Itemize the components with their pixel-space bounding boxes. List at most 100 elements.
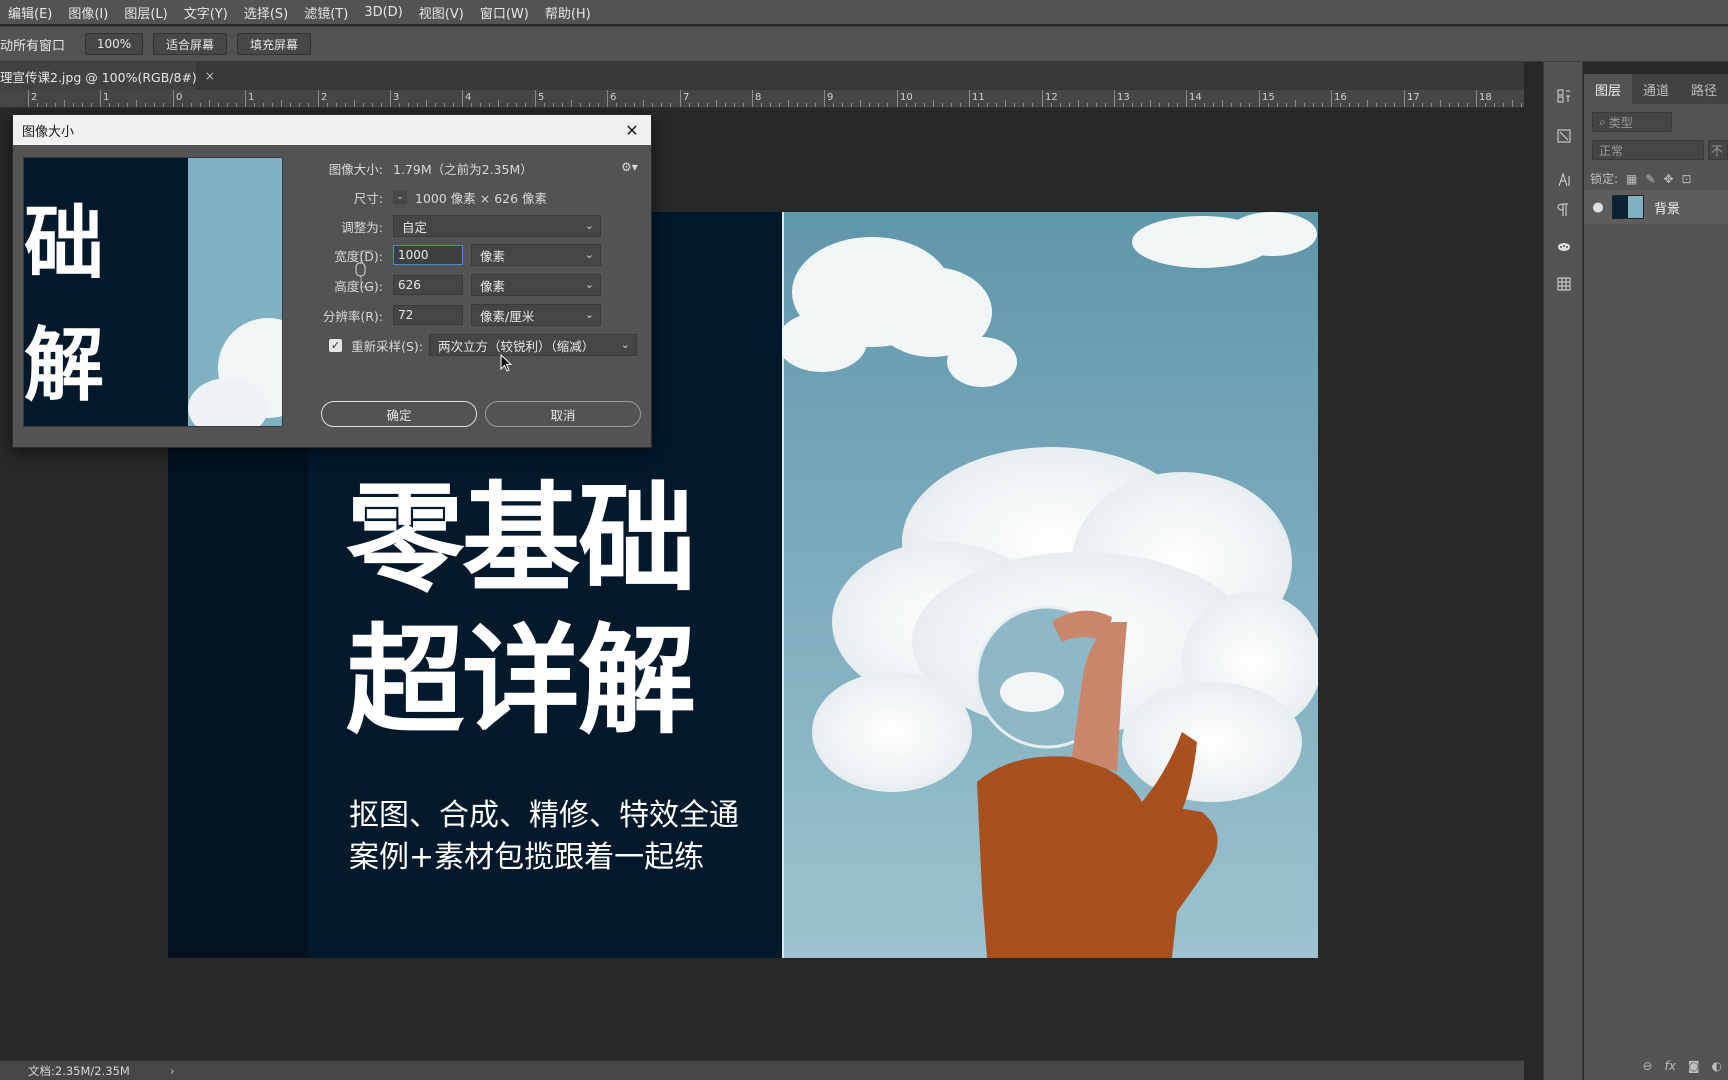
options-bar: 动所有窗口 100% 适合屏幕 填充屏幕	[0, 26, 1728, 62]
ruler-minor-tick	[571, 100, 572, 107]
adjustment-layer-icon[interactable]: ◐	[1712, 1059, 1722, 1073]
menu-type[interactable]: 文字(Y)	[176, 3, 236, 22]
lock-artboard-icon[interactable]: ⊡	[1682, 172, 1692, 186]
dialog-titlebar[interactable]: 图像大小 ✕	[13, 115, 651, 145]
dimensions-unit-chevron-icon[interactable]: ⌄	[393, 190, 407, 204]
height-row: 高度(G): 626 像素 ⌄	[313, 274, 601, 296]
menu-select[interactable]: 选择(S)	[236, 3, 296, 22]
tab-paths[interactable]: 路径	[1680, 74, 1728, 104]
ruler-label: 18	[1479, 92, 1492, 103]
dialog-preview[interactable]: 础 解	[23, 157, 283, 427]
lock-paint-icon[interactable]: ✎	[1645, 172, 1655, 186]
chevron-down-icon: ⌄	[584, 248, 594, 261]
ruler-minor-tick	[933, 100, 934, 107]
menu-layer[interactable]: 图层(L)	[116, 3, 175, 22]
menu-filter[interactable]: 滤镜(T)	[296, 3, 356, 22]
resolution-unit-select[interactable]: 像素/厘米 ⌄	[471, 304, 601, 326]
visibility-eye-icon[interactable]: ●	[1584, 200, 1612, 215]
height-unit-select[interactable]: 像素 ⌄	[471, 274, 601, 296]
layer-row-background[interactable]: ● 背景	[1584, 190, 1728, 224]
character-icon[interactable]	[1552, 168, 1576, 192]
poster-subtitle-line1: 抠图、合成、精修、特效全通	[349, 798, 739, 833]
panel-footer: ⊖ fx ◙ ◐	[1584, 1052, 1728, 1080]
dimensions-label: 尺寸:	[353, 190, 383, 206]
image-size-label: 图像大小:	[328, 161, 383, 177]
dialog-close-icon[interactable]: ✕	[621, 119, 643, 141]
menu-3d[interactable]: 3D(D)	[356, 5, 410, 20]
ruler-tick	[462, 90, 463, 107]
fx-icon[interactable]: fx	[1665, 1059, 1676, 1073]
preview-sky	[188, 158, 282, 426]
width-input[interactable]: 1000	[393, 245, 463, 265]
menu-help[interactable]: 帮助(H)	[537, 3, 599, 22]
ruler-minor-tick	[498, 100, 499, 107]
ruler-label: 10	[900, 92, 913, 103]
tab-layers[interactable]: 图层	[1584, 74, 1632, 104]
fit-to-value: 自定	[402, 219, 428, 235]
ruler-tick	[28, 90, 29, 107]
adjustments-icon[interactable]	[1552, 234, 1576, 258]
ruler-tick	[1331, 90, 1332, 107]
menu-edit[interactable]: 编辑(E)	[0, 3, 60, 22]
properties-icon[interactable]	[1552, 124, 1576, 148]
document-tab-title: 理宣传课2.jpg @ 100%(RGB/8#)	[0, 69, 197, 85]
panel-toolstrip	[1543, 62, 1583, 1080]
swatches-grid-icon[interactable]	[1552, 272, 1576, 296]
ok-button[interactable]: 确定	[321, 401, 477, 427]
ruler-label: 12	[1045, 92, 1058, 103]
menu-view[interactable]: 视图(V)	[411, 3, 472, 22]
resample-value: 两次立方（较锐利）（缩减）	[438, 338, 595, 354]
ruler-minor-tick	[1222, 100, 1223, 107]
history-icon[interactable]	[1552, 84, 1576, 108]
ruler-minor-tick	[1512, 100, 1513, 107]
blend-mode-select[interactable]: 正常	[1592, 140, 1704, 160]
ruler-minor-tick	[1005, 100, 1006, 107]
resolution-input[interactable]: 72	[393, 305, 463, 325]
cancel-button[interactable]: 取消	[485, 401, 641, 427]
document-tab[interactable]: 理宣传课2.jpg @ 100%(RGB/8#) ×	[0, 62, 215, 90]
fill-screen-button[interactable]: 填充屏幕	[237, 33, 312, 55]
horizontal-ruler[interactable]: 2 1 0 1 2 3 4 5 6 7 8 9 10 11 12 13 14 15 16 17 18	[0, 90, 1524, 108]
layer-name: 背景	[1654, 201, 1681, 217]
lock-move-icon[interactable]: ✥	[1663, 172, 1673, 186]
lock-transparent-icon[interactable]: ▦	[1626, 172, 1637, 186]
paragraph-icon[interactable]	[1552, 198, 1576, 222]
zoom-100-button[interactable]: 100%	[85, 33, 144, 55]
menu-window[interactable]: 窗口(W)	[472, 3, 537, 22]
fit-to-row: 调整为: 自定 ⌄	[313, 215, 601, 237]
image-size-row: 图像大小: 1.79M（之前为2.35M）	[313, 157, 533, 179]
resample-checkbox[interactable]: ✓	[329, 338, 342, 352]
resolution-unit-value: 像素/厘米	[480, 308, 535, 324]
lock-label: 锁定:	[1590, 172, 1619, 186]
ruler-tick	[607, 90, 608, 107]
panel-tabs: 图层 通道 路径	[1584, 74, 1728, 104]
resample-select[interactable]: 两次立方（较锐利）（缩减） ⌄	[429, 334, 637, 356]
tab-channels[interactable]: 通道	[1632, 74, 1680, 104]
resolution-label: 分辨率(R):	[322, 308, 383, 324]
height-input[interactable]: 626	[393, 275, 463, 295]
ruler-label: 11	[972, 92, 985, 103]
ruler-tick	[969, 90, 970, 107]
scroll-all-windows-option[interactable]: 动所有窗口	[0, 35, 65, 54]
menu-image[interactable]: 图像(I)	[60, 3, 116, 22]
layer-filter-field[interactable]: ⌕ 类型	[1592, 112, 1672, 132]
document-info: 文档:2.35M/2.35M	[28, 1063, 130, 1078]
chevron-down-icon: ⌄	[584, 308, 594, 321]
ruler-label: 1	[103, 92, 110, 103]
opacity-field[interactable]: 不	[1708, 140, 1728, 160]
link-layers-icon[interactable]: ⊖	[1642, 1059, 1652, 1073]
fit-screen-button[interactable]: 适合屏幕	[153, 33, 228, 55]
tab-close-icon[interactable]: ×	[205, 69, 215, 83]
ruler-minor-tick	[64, 100, 65, 107]
ruler-tick	[1114, 90, 1115, 107]
add-mask-icon[interactable]: ◙	[1688, 1059, 1700, 1073]
layer-filter-placeholder: 类型	[1608, 115, 1633, 130]
ruler-tick	[318, 90, 319, 107]
height-label: 高度(G):	[334, 278, 383, 294]
fit-to-select[interactable]: 自定 ⌄	[393, 215, 601, 237]
resolution-row: 分辨率(R): 72 像素/厘米 ⌄	[313, 304, 601, 326]
gear-icon[interactable]: ⚙▾	[621, 160, 638, 174]
width-unit-select[interactable]: 像素 ⌄	[471, 244, 601, 266]
menu-bar: 编辑(E) 图像(I) 图层(L) 文字(Y) 选择(S) 滤镜(T) 3D(D…	[0, 0, 1728, 24]
status-menu-arrow-icon[interactable]: ›	[170, 1064, 175, 1078]
